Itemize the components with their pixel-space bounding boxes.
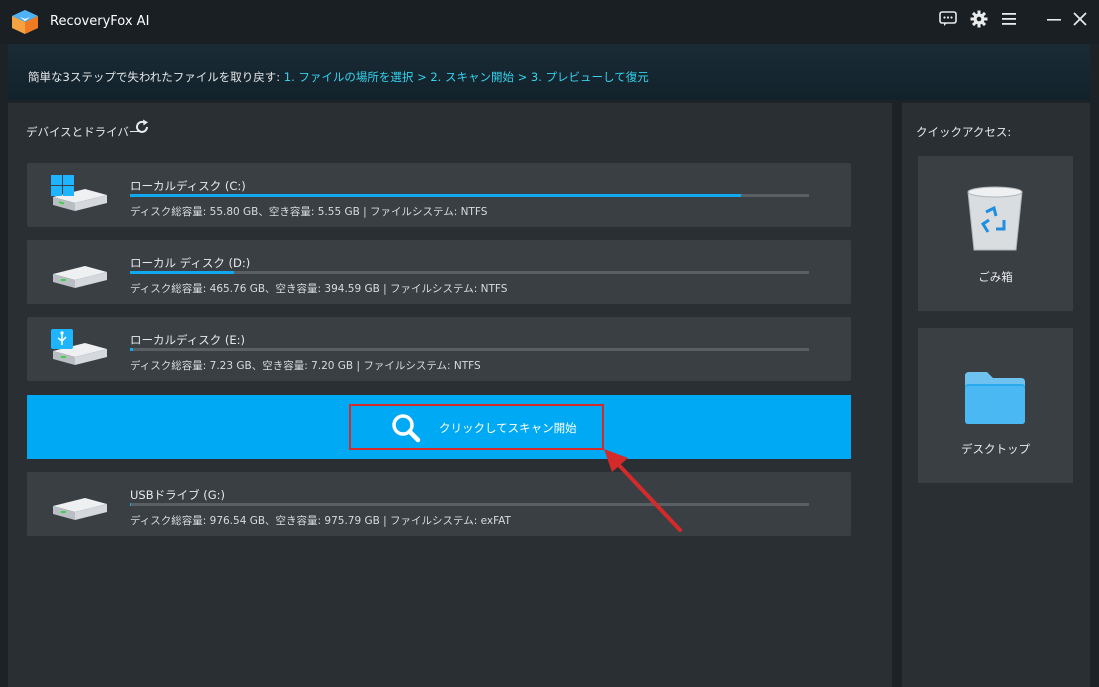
scan-label: クリックしてスキャン開始 — [439, 421, 577, 435]
usage-bar — [130, 271, 809, 274]
recycle-bin-label: ごみ箱 — [978, 270, 1013, 284]
menu-icon[interactable] — [998, 8, 1020, 30]
drive-item-g[interactable]: USBドライブ (G:) ディスク総容量: 976.54 GB、空き容量: 97… — [27, 472, 851, 536]
quick-access-recycle-bin[interactable]: ごみ箱 — [918, 156, 1073, 311]
guide-intro: 簡単な3ステップで失われたファイルを取り戻す: — [28, 70, 284, 84]
hard-drive-icon — [53, 498, 107, 520]
app-title: RecoveryFox AI — [50, 14, 150, 29]
quick-access-panel: クイックアクセス: ごみ箱 デスクトップ — [902, 103, 1090, 687]
devices-title: デバイスとドライバー — [26, 125, 141, 139]
gear-icon[interactable] — [968, 8, 990, 30]
folder-icon — [965, 372, 1025, 424]
devices-panel: デバイスとドライバー ローカルディスク (C:) ディスク総容量: 55.80 … — [8, 103, 892, 687]
usage-bar-fill — [130, 194, 742, 197]
drive-name: USBドライブ (G:) — [130, 488, 226, 502]
drive-item-c[interactable]: ローカルディスク (C:) ディスク総容量: 55.80 GB、空き容量: 5.… — [27, 163, 851, 227]
drive-name: ローカル ディスク (D:) — [130, 256, 251, 270]
close-icon[interactable] — [1069, 8, 1091, 30]
quick-access-title: クイックアクセス: — [916, 125, 1012, 139]
guide-text: 簡単な3ステップで失われたファイルを取り戻す: 1. ファイルの場所を選択 > … — [28, 69, 649, 85]
app-logo-icon — [12, 10, 38, 34]
usage-bar — [130, 503, 809, 506]
scan-area[interactable]: クリックしてスキャン開始 — [27, 395, 851, 459]
usage-bar-fill — [130, 271, 234, 274]
feedback-icon[interactable] — [937, 8, 959, 30]
title-bar: RecoveryFox AI — [0, 0, 1099, 44]
scan-start-button[interactable]: クリックしてスキャン開始 — [349, 404, 604, 450]
usage-bar-fill — [130, 503, 132, 506]
usage-bar — [130, 194, 809, 197]
drive-name: ローカルディスク (E:) — [130, 333, 245, 347]
usb-drive-icon — [51, 329, 107, 365]
usage-bar-fill — [130, 348, 133, 351]
drive-info: ディスク総容量: 976.54 GB、空き容量: 975.79 GB | ファイ… — [130, 515, 511, 527]
usage-bar — [130, 348, 809, 351]
drive-info: ディスク総容量: 7.23 GB、空き容量: 7.20 GB | ファイルシステ… — [130, 360, 481, 372]
quick-access-desktop[interactable]: デスクトップ — [918, 328, 1073, 483]
annotation-arrow — [604, 449, 682, 532]
steps-guide: 簡単な3ステップで失われたファイルを取り戻す: 1. ファイルの場所を選択 > … — [8, 44, 1090, 100]
drive-name: ローカルディスク (C:) — [130, 179, 246, 193]
refresh-icon[interactable] — [133, 118, 151, 136]
search-icon — [392, 414, 421, 443]
windows-drive-icon — [51, 175, 107, 211]
minimize-icon[interactable] — [1043, 8, 1065, 30]
drive-info: ディスク総容量: 55.80 GB、空き容量: 5.55 GB | ファイルシス… — [130, 206, 488, 218]
guide-steps: 1. ファイルの場所を選択 > 2. スキャン開始 > 3. プレビューして復元 — [283, 70, 649, 84]
drive-item-e[interactable]: ローカルディスク (E:) ディスク総容量: 7.23 GB、空き容量: 7.2… — [27, 317, 851, 381]
drive-item-d[interactable]: ローカル ディスク (D:) ディスク総容量: 465.76 GB、空き容量: … — [27, 240, 851, 304]
desktop-label: デスクトップ — [961, 442, 1030, 456]
hard-drive-icon — [53, 266, 107, 288]
recycle-bin-icon — [967, 186, 1023, 251]
drive-info: ディスク総容量: 465.76 GB、空き容量: 394.59 GB | ファイ… — [130, 283, 508, 295]
